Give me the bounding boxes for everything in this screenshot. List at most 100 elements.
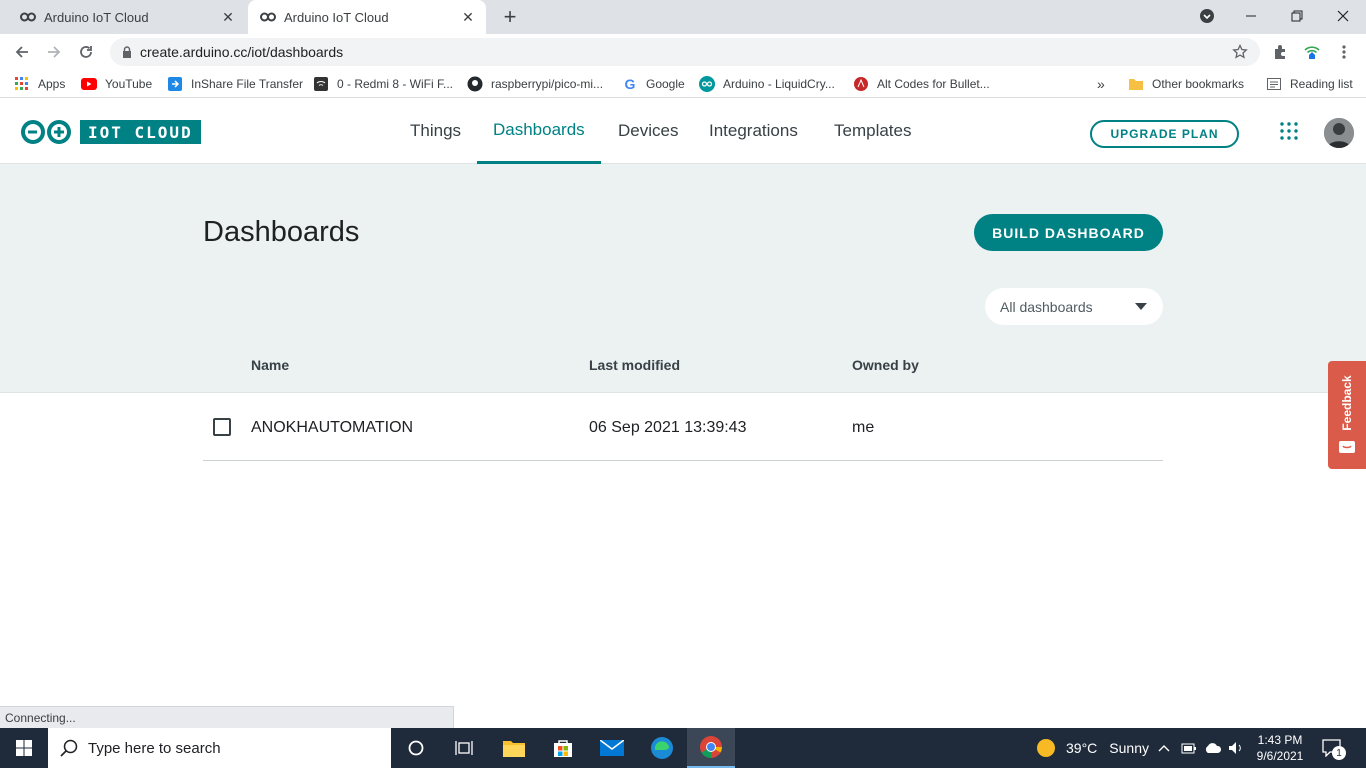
- apps-grid-icon[interactable]: [1280, 122, 1300, 142]
- clock[interactable]: 1:43 PM 9/6/2021: [1252, 732, 1308, 764]
- bookmark-redmi[interactable]: 0 - Redmi 8 - WiFi F...: [313, 70, 453, 98]
- router-icon: [313, 76, 329, 92]
- bookmark-altcodes[interactable]: Alt Codes for Bullet...: [853, 70, 990, 98]
- nav-integrations[interactable]: Integrations: [709, 98, 798, 164]
- bookmark-google[interactable]: G Google: [622, 70, 685, 98]
- bookmark-label: raspberrypi/pico-mi...: [491, 77, 604, 91]
- address-bar[interactable]: create.arduino.cc/iot/dashboards: [110, 38, 1260, 66]
- more-bookmarks-chevron[interactable]: »: [1097, 70, 1105, 98]
- onedrive-cloud-icon[interactable]: [1204, 728, 1222, 768]
- cortana-icon[interactable]: [392, 728, 440, 768]
- chevron-down-icon: [1135, 303, 1147, 310]
- nav-templates[interactable]: Templates: [834, 98, 911, 164]
- bookmark-youtube[interactable]: YouTube: [81, 70, 152, 98]
- column-header-name[interactable]: Name: [251, 357, 289, 373]
- sun-icon: [1036, 738, 1056, 758]
- browser-tab[interactable]: Arduino IoT Cloud ✕: [0, 0, 246, 34]
- new-tab-icon[interactable]: +: [498, 4, 522, 29]
- owned-by: me: [852, 418, 875, 436]
- bookmark-arduino[interactable]: Arduino - LiquidCry...: [699, 70, 835, 98]
- app-header: IOT CLOUD Things Dashboards Devices Inte…: [0, 98, 1366, 164]
- restore-icon[interactable]: [1274, 0, 1320, 32]
- iot-cloud-logo[interactable]: IOT CLOUD: [20, 120, 201, 144]
- taskbar-search-box[interactable]: Type here to search: [48, 728, 391, 768]
- forward-icon[interactable]: [40, 38, 68, 66]
- bookmark-other[interactable]: Other bookmarks: [1128, 70, 1244, 98]
- reading-list-icon: [1266, 76, 1282, 92]
- weather-temp: 39°C: [1066, 740, 1098, 756]
- bookmark-star-icon[interactable]: [1232, 44, 1248, 60]
- bookmark-label: Apps: [38, 77, 66, 91]
- youtube-icon: [81, 76, 97, 92]
- feedback-tab[interactable]: Feedback: [1328, 361, 1366, 469]
- folder-icon: [1128, 76, 1144, 92]
- show-hidden-icons-chevron[interactable]: [1158, 728, 1170, 768]
- bookmark-label: Reading list: [1290, 77, 1353, 91]
- browser-toolbar: create.arduino.cc/iot/dashboards: [0, 34, 1366, 70]
- nav-things[interactable]: Things: [410, 98, 461, 164]
- feedback-icon: [1339, 441, 1355, 460]
- bookmark-label: Arduino - LiquidCry...: [723, 77, 835, 91]
- clock-date: 9/6/2021: [1256, 749, 1304, 763]
- dashboard-filter-select[interactable]: All dashboards: [985, 288, 1163, 325]
- logo-text: IOT CLOUD: [80, 120, 201, 144]
- close-tab-icon[interactable]: ✕: [220, 9, 236, 25]
- apps-grid-icon: [14, 76, 30, 92]
- tab-search-icon[interactable]: [1184, 0, 1230, 32]
- close-tab-icon[interactable]: ✕: [460, 9, 476, 25]
- search-icon: [60, 739, 78, 757]
- bookmarks-bar: Apps YouTube InShare File Transfer 0 - R…: [0, 70, 1366, 98]
- bookmark-inshare[interactable]: InShare File Transfer: [167, 70, 303, 98]
- microsoft-store-icon[interactable]: [539, 728, 587, 768]
- task-view-icon[interactable]: [440, 728, 488, 768]
- windows-start-icon[interactable]: [0, 728, 48, 768]
- bookmark-label: Google: [646, 77, 685, 91]
- column-header-owned-by[interactable]: Owned by: [852, 357, 919, 373]
- extensions-icon[interactable]: [1266, 38, 1294, 66]
- bookmark-apps[interactable]: Apps: [14, 70, 65, 98]
- wifi-extension-icon[interactable]: [1298, 38, 1326, 66]
- mail-icon[interactable]: [588, 728, 636, 768]
- arduino-icon: [699, 76, 715, 92]
- avatar[interactable]: [1324, 118, 1354, 148]
- filter-value: All dashboards: [1000, 298, 1093, 315]
- nav-devices[interactable]: Devices: [618, 98, 678, 164]
- nav-dashboards[interactable]: Dashboards: [477, 98, 601, 164]
- bookmark-label: Alt Codes for Bullet...: [877, 77, 990, 91]
- upgrade-plan-button[interactable]: UPGRADE PLAN: [1090, 120, 1239, 148]
- menu-kebab-icon[interactable]: [1330, 38, 1358, 66]
- bookmark-label: InShare File Transfer: [191, 77, 304, 91]
- dashboard-name[interactable]: ANOKHAUTOMATION: [251, 394, 413, 461]
- column-header-last-modified[interactable]: Last modified: [589, 357, 680, 373]
- page-header-band: [0, 164, 1366, 393]
- browser-tab-active[interactable]: Arduino IoT Cloud ✕: [248, 0, 486, 34]
- lock-icon[interactable]: [122, 46, 132, 58]
- close-window-icon[interactable]: [1320, 0, 1366, 32]
- minimize-icon[interactable]: [1228, 0, 1274, 32]
- url-text[interactable]: create.arduino.cc/iot/dashboards: [140, 44, 343, 60]
- reading-list[interactable]: Reading list: [1266, 70, 1353, 98]
- last-modified: 06 Sep 2021 13:39:43: [589, 418, 747, 436]
- row-checkbox[interactable]: [213, 418, 231, 436]
- back-icon[interactable]: [8, 38, 36, 66]
- status-bubble: Connecting...: [0, 706, 454, 728]
- page-title: Dashboards: [203, 216, 360, 248]
- battery-icon[interactable]: [1181, 728, 1197, 768]
- clock-time: 1:43 PM: [1257, 733, 1303, 747]
- weather-widget[interactable]: 39°C Sunny: [1036, 728, 1149, 768]
- build-dashboard-button[interactable]: BUILD DASHBOARD: [974, 214, 1163, 251]
- table-row[interactable]: ANOKHAUTOMATION 06 Sep 2021 13:39:43 me: [203, 394, 1163, 461]
- bookmark-github[interactable]: raspberrypi/pico-mi...: [467, 70, 603, 98]
- reload-icon[interactable]: [72, 38, 100, 66]
- windows-taskbar: Type here to search 39°C Sunny 1:43 PM 9…: [0, 728, 1366, 768]
- arduino-icon: [20, 9, 36, 25]
- file-explorer-icon[interactable]: [490, 728, 538, 768]
- edge-icon[interactable]: [638, 728, 686, 768]
- chrome-icon[interactable]: [687, 728, 735, 768]
- github-icon: [467, 76, 483, 92]
- volume-icon[interactable]: [1228, 728, 1244, 768]
- inshare-icon: [167, 76, 183, 92]
- notifications-icon[interactable]: 1: [1322, 728, 1346, 768]
- main-content: Dashboards BUILD DASHBOARD All dashboard…: [0, 164, 1366, 705]
- tab-title: Arduino IoT Cloud: [284, 9, 389, 25]
